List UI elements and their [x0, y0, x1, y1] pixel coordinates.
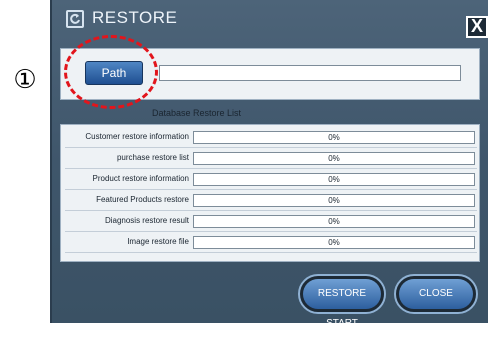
restore-list-panel: Customer restore information 0% purchase… [60, 124, 480, 262]
restore-row: Featured Products restore 0% [65, 192, 477, 211]
step-number-marker: ① [13, 65, 37, 95]
window-close-button[interactable]: X [466, 16, 488, 38]
restore-row: Product restore information 0% [65, 171, 477, 190]
progress-bar: 0% [193, 152, 475, 165]
row-label: Customer restore information [85, 132, 189, 141]
close-label: CLOSE [399, 279, 473, 309]
restore-start-button[interactable]: RESTORE START [298, 274, 386, 329]
close-button[interactable]: CLOSE [394, 274, 478, 314]
restore-row: Diagnosis restore result 0% [65, 213, 477, 232]
restore-list-title: Database Restore List [152, 108, 242, 118]
progress-bar: 0% [193, 173, 475, 186]
progress-bar: 0% [193, 131, 475, 144]
row-label: Featured Products restore [96, 195, 189, 204]
restore-icon [66, 10, 84, 28]
restore-row: purchase restore list 0% [65, 150, 477, 169]
highlight-annotation [64, 35, 158, 109]
progress-bar: 0% [193, 236, 475, 249]
progress-bar: 0% [193, 194, 475, 207]
progress-bar: 0% [193, 215, 475, 228]
window-title: RESTORE [92, 8, 178, 27]
path-field[interactable] [159, 65, 461, 81]
row-label: purchase restore list [116, 153, 189, 162]
row-label: Diagnosis restore result [104, 216, 189, 225]
restore-row: Customer restore information 0% [65, 129, 477, 148]
row-label: Product restore information [92, 174, 190, 183]
row-label: Image restore file [127, 237, 189, 246]
restore-row: Image restore file 0% [65, 234, 477, 253]
restore-start-label: RESTORE START [303, 279, 381, 329]
